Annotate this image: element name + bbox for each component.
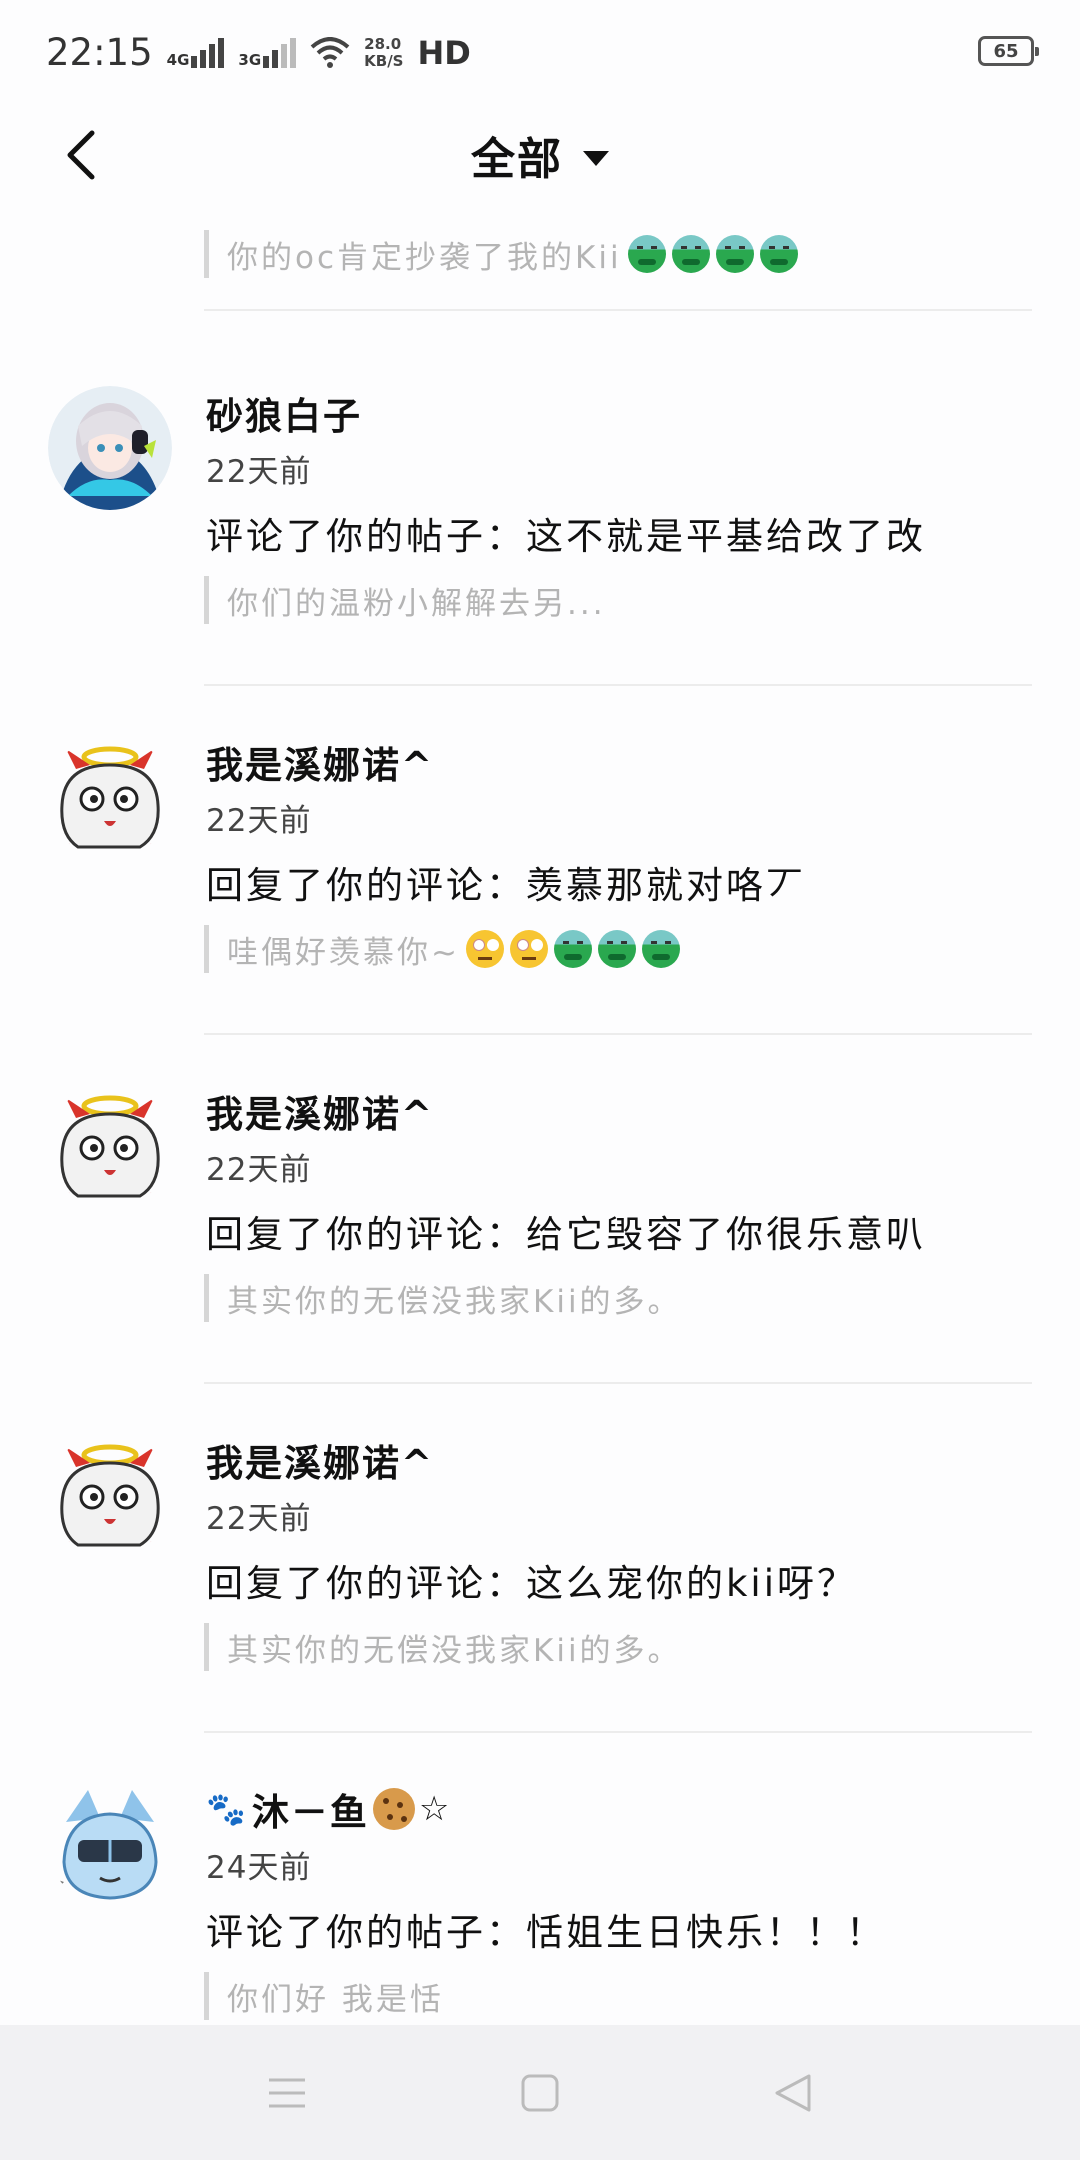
blue-character-avatar-icon: [48, 1782, 172, 1906]
notification-text: 回复了你的评论：这么宠你的kii呀？: [206, 1562, 857, 1605]
user-name[interactable]: 砂狼白子: [206, 386, 362, 440]
user-name[interactable]: 我是溪娜诺^: [206, 1433, 434, 1487]
star-icon: ☆: [418, 1789, 452, 1829]
sick-emoji-icon: [759, 235, 798, 273]
hd-indicator: HD: [417, 33, 471, 72]
page-title: 全部: [471, 134, 563, 185]
network-speed: 28.0 KB/S: [364, 34, 404, 70]
signal-4g: 4G: [167, 37, 225, 68]
sick-emoji-icon: [627, 235, 666, 273]
sick-emoji-icon: [671, 235, 710, 273]
halo-cat-avatar-icon: [48, 735, 172, 859]
list-item[interactable]: 🐾 沐－鱼 ☆ 24天前 评论了你的帖子：恬姐生日快乐！！！ 你们好 我是恬: [0, 1762, 1080, 2025]
anime-girl-avatar-icon: [48, 386, 172, 510]
back-triangle-icon: [775, 2074, 811, 2111]
signal-bars-icon: [263, 37, 297, 68]
menu-icon: [268, 2078, 305, 2107]
signal-3g: 3G: [238, 37, 297, 68]
wifi-icon: [310, 36, 350, 68]
filter-dropdown[interactable]: 全部: [0, 123, 1080, 187]
timestamp: 22天前: [206, 803, 312, 839]
avatar[interactable]: [48, 735, 172, 859]
sick-emoji-icon: [641, 930, 680, 968]
notification-text: 回复了你的评论：给它毁容了你很乐意叭: [206, 1213, 926, 1256]
user-name[interactable]: 我是溪娜诺^: [206, 1084, 434, 1138]
quote-snippet: 其实你的无偿没我家Kii的多。: [204, 1274, 1050, 1322]
quote-snippet: 哇偶好羡慕你~: [204, 925, 1050, 973]
eye-roll-emoji-icon: [509, 930, 548, 968]
list-item[interactable]: 砂狼白子 22天前 评论了你的帖子：这不就是平基给改了改 你们的温粉小解解去另.…: [0, 366, 1080, 715]
quote-snippet: 你们的温粉小解解去另...: [204, 576, 1050, 624]
sick-emoji-icon: [553, 930, 592, 968]
avatar[interactable]: [48, 1433, 172, 1557]
menu-button[interactable]: [247, 2053, 327, 2133]
user-name[interactable]: 🐾 沐－鱼 ☆: [206, 1782, 451, 1836]
divider: [204, 1382, 1032, 1384]
signal-bars-icon: [191, 37, 225, 68]
avatar[interactable]: [48, 1084, 172, 1208]
home-square-icon: [521, 2074, 559, 2111]
sick-emoji-icon: [597, 930, 636, 968]
list-item[interactable]: 我是溪娜诺^ 22天前 回复了你的评论：羡慕那就对咯丆 哇偶好羡慕你~: [0, 715, 1080, 1064]
divider: [204, 309, 1032, 311]
status-bar: 22:15 4G 3G 28.0 KB/S HD 65: [0, 0, 1080, 105]
user-name[interactable]: 我是溪娜诺^: [206, 735, 434, 789]
battery-icon: 65: [978, 36, 1039, 66]
halo-cat-avatar-icon: [48, 1084, 172, 1208]
notification-list[interactable]: 你的oc肯定抄袭了我的Kii 砂狼白子 22天前 评论了你的帖子：这不就是平基给…: [0, 205, 1080, 2025]
timestamp: 22天前: [206, 454, 312, 490]
halo-cat-avatar-icon: [48, 1433, 172, 1557]
timestamp: 22天前: [206, 1152, 312, 1188]
sick-emoji-icon: [715, 235, 754, 273]
back-nav-button[interactable]: [753, 2053, 833, 2133]
avatar[interactable]: [48, 386, 172, 510]
notification-text: 评论了你的帖子：这不就是平基给改了改: [206, 515, 926, 558]
battery-level: 65: [993, 40, 1019, 62]
quote-snippet: 你们好 我是恬: [204, 1972, 1050, 2020]
divider: [204, 1033, 1032, 1035]
cookie-emoji-icon: [372, 1788, 415, 1830]
caret-down-icon: [583, 150, 609, 166]
notification-text: 评论了你的帖子：恬姐生日快乐！！！: [206, 1911, 886, 1954]
notification-text: 回复了你的评论：羡慕那就对咯丆: [206, 864, 806, 907]
system-nav-bar: [0, 2025, 1080, 2160]
quote-snippet: 你的oc肯定抄袭了我的Kii: [204, 230, 1050, 278]
status-time: 22:15: [46, 31, 153, 74]
divider: [204, 684, 1032, 686]
list-item[interactable]: 我是溪娜诺^ 22天前 回复了你的评论：这么宠你的kii呀？ 其实你的无偿没我家…: [0, 1413, 1080, 1762]
header: 全部: [0, 105, 1080, 205]
eye-roll-emoji-icon: [465, 930, 504, 968]
timestamp: 24天前: [206, 1850, 312, 1886]
home-button[interactable]: [500, 2053, 580, 2133]
divider: [204, 1731, 1032, 1733]
avatar[interactable]: [48, 1782, 172, 1906]
paw-prints-icon: 🐾: [206, 1790, 248, 1828]
quote-snippet: 其实你的无偿没我家Kii的多。: [204, 1623, 1050, 1671]
list-item[interactable]: 我是溪娜诺^ 22天前 回复了你的评论：给它毁容了你很乐意叭 其实你的无偿没我家…: [0, 1064, 1080, 1413]
timestamp: 22天前: [206, 1501, 312, 1537]
